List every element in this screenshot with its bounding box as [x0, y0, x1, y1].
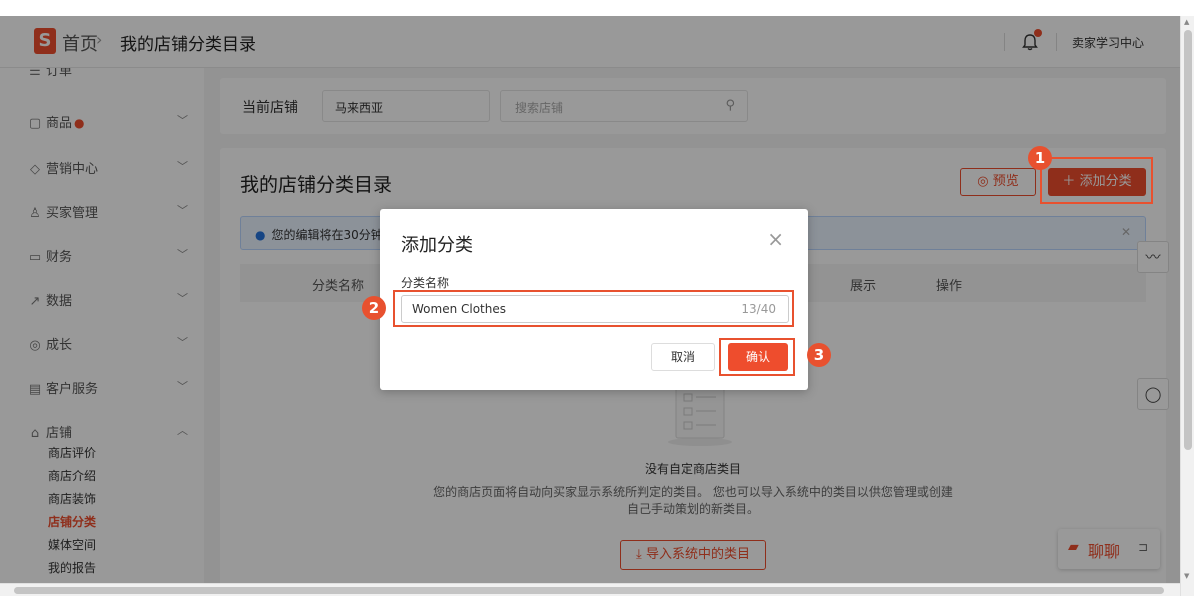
highlight-box-category-name — [393, 290, 794, 327]
dialog-title: 添加分类 — [401, 235, 473, 256]
highlight-box-confirm — [719, 338, 795, 376]
highlight-box-add-category — [1040, 157, 1153, 204]
step-badge-2: 2 — [362, 296, 386, 320]
window-bottom-strip — [0, 596, 1194, 612]
scroll-down-icon[interactable]: ▼ — [1184, 572, 1189, 580]
cancel-button[interactable]: 取消 — [651, 343, 715, 371]
scroll-up-icon[interactable]: ▲ — [1184, 18, 1189, 26]
close-icon[interactable]: × — [767, 227, 784, 251]
vertical-scrollbar[interactable]: ▲ ▼ — [1180, 16, 1194, 596]
window-top-strip — [0, 0, 1194, 16]
step-badge-3: 3 — [807, 343, 831, 367]
scrollbar-thumb[interactable] — [14, 587, 1164, 594]
step-badge-1: 1 — [1028, 146, 1052, 170]
horizontal-scrollbar[interactable] — [0, 583, 1180, 596]
category-name-label: 分类名称 — [401, 276, 450, 290]
scrollbar-thumb[interactable] — [1184, 30, 1192, 450]
